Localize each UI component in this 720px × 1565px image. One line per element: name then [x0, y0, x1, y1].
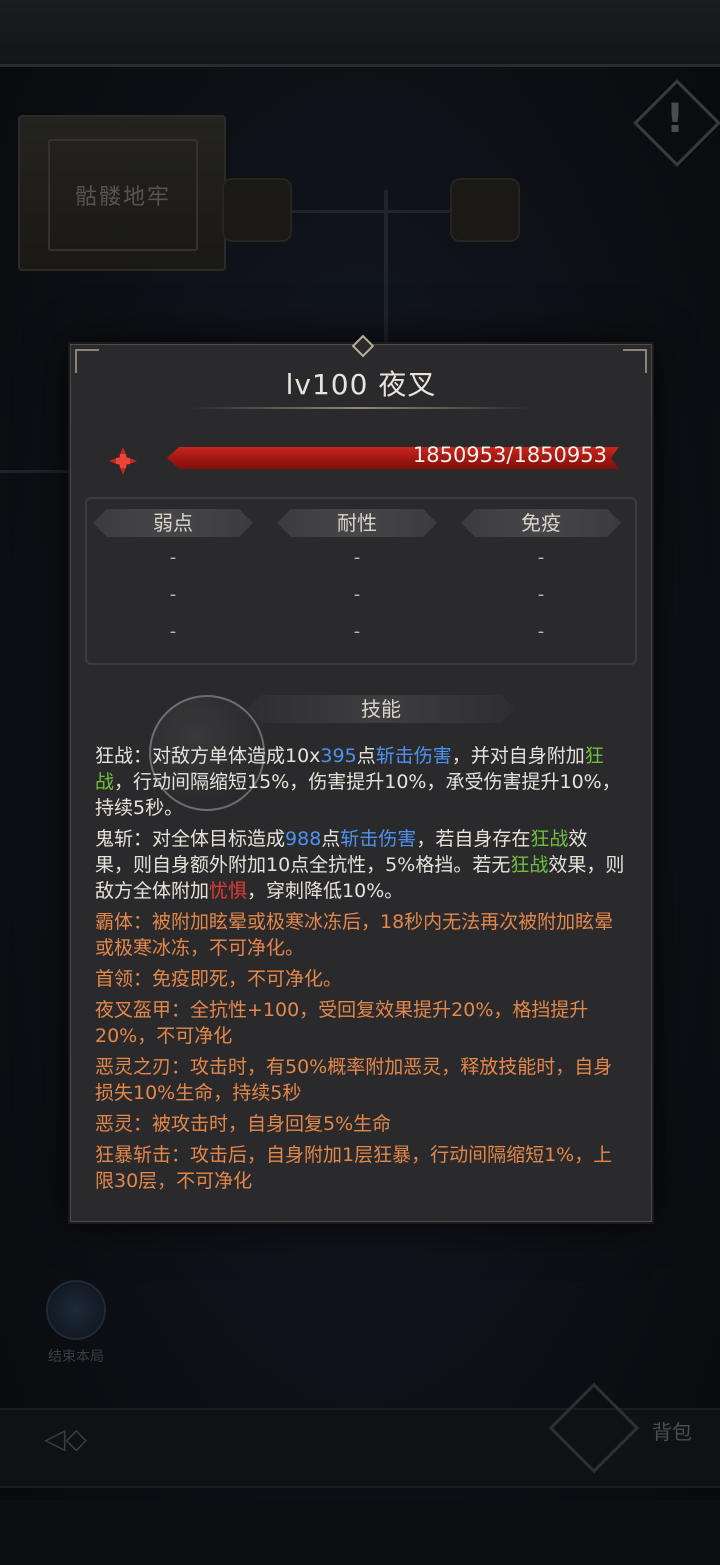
- skill-entry: 鬼斩：对全体目标造成988点斩击伤害，若自身存在狂战效果，则自身额外附加10点全…: [95, 826, 625, 904]
- attr-cell: -: [537, 547, 545, 568]
- skill-text: 忧惧: [209, 880, 248, 902]
- skill-text: 恶灵之刃：攻击时，有50%概率附加恶灵，释放技能时，自身损失10%生命，持续5秒: [95, 1056, 613, 1104]
- skill-entry: 狂战：对敌方单体造成10x395点斩击伤害，并对自身附加狂战，行动间隔缩短15%…: [95, 743, 625, 821]
- skill-text: 狂战: [510, 854, 549, 876]
- alert-icon: !: [665, 96, 685, 142]
- skill-entry: 恶灵之刃：攻击时，有50%概率附加恶灵，释放技能时，自身损失10%生命，持续5秒: [95, 1054, 625, 1106]
- monster-info-panel: lv100 夜叉 1850953/1850953 弱点 耐性 免疫 - - - …: [70, 334, 652, 1222]
- skill-text: 恶灵：被攻击时，自身回复5%生命: [95, 1113, 392, 1135]
- skill-text: ，并对自身附加: [451, 745, 585, 767]
- attr-cell: -: [353, 621, 361, 642]
- monster-title: lv100 夜叉: [285, 368, 437, 401]
- attr-cell: -: [537, 584, 545, 605]
- skill-text: 斩击伤害: [340, 828, 417, 850]
- skill-text: 狂战：对敌方单体造成10x: [95, 745, 321, 767]
- top-bar: [0, 0, 720, 67]
- vortex-icon: [46, 1280, 106, 1340]
- attr-cell: -: [169, 547, 177, 568]
- skill-entry: 首领：免疫即死，不可净化。: [95, 966, 625, 992]
- skills-list: 狂战：对敌方单体造成10x395点斩击伤害，并对自身附加狂战，行动间隔缩短15%…: [95, 743, 625, 1199]
- skill-text: 狂暴斩击：攻击后，自身附加1层狂暴，行动间隔缩短1%，上限30层，不可净化: [95, 1144, 613, 1192]
- title-divider: [191, 407, 531, 409]
- attr-header-resistance: 耐性: [277, 509, 437, 537]
- skill-entry: 霸体：被附加眩晕或极寒冰冻后，18秒内无法再次被附加眩晕或极寒冰冻，不可净化。: [95, 909, 625, 961]
- map-path: [0, 470, 70, 473]
- skill-text: 首领：免疫即死，不可净化。: [95, 968, 343, 990]
- skill-text: 霸体：被附加眩晕或极寒冰冻后，18秒内无法再次被附加眩晕或极寒冰冻，不可净化。: [95, 911, 614, 959]
- end-round-button[interactable]: 结束本局: [36, 1280, 116, 1366]
- attr-cell: -: [169, 621, 177, 642]
- skill-text: 988: [285, 828, 322, 850]
- map-path: [384, 190, 388, 350]
- attr-header-weakness: 弱点: [93, 509, 253, 537]
- attr-cell: -: [537, 621, 545, 642]
- attribute-table: 弱点 耐性 免疫 - - - - - - - - -: [85, 497, 637, 665]
- end-round-label: 结束本局: [48, 1349, 104, 1365]
- skill-entry: 狂暴斩击：攻击后，自身附加1层狂暴，行动间隔缩短1%，上限30层，不可净化: [95, 1142, 625, 1194]
- map-node[interactable]: [450, 178, 520, 242]
- skill-text: 狂战: [530, 828, 569, 850]
- back-arrow-icon[interactable]: ◁◇: [44, 1422, 114, 1458]
- skills-header: 技能: [247, 695, 515, 723]
- skill-text: ，行动间隔缩短15%，伤害提升10%，承受伤害提升10%，持续5秒。: [95, 771, 621, 819]
- health-value: 1850953/1850953: [412, 443, 607, 467]
- footer-strip: [0, 1500, 720, 1565]
- skill-text: 夜叉盔甲：全抗性+100，受回复效果提升20%，格挡提升20%，不可净化: [95, 999, 589, 1047]
- skill-text: 395: [320, 745, 357, 767]
- map-node[interactable]: [222, 178, 292, 242]
- skill-entry: 恶灵：被攻击时，自身回复5%生命: [95, 1111, 625, 1137]
- bag-label[interactable]: 背包: [652, 1416, 692, 1445]
- skill-text: 点: [356, 745, 376, 767]
- skill-text: 点: [321, 828, 341, 850]
- attr-header-immunity: 免疫: [461, 509, 621, 537]
- attr-cell: -: [353, 547, 361, 568]
- attr-cell: -: [353, 584, 361, 605]
- dungeon-sign[interactable]: 骷髅地牢: [18, 115, 226, 271]
- skill-entry: 夜叉盔甲：全抗性+100，受回复效果提升20%，格挡提升20%，不可净化: [95, 997, 625, 1049]
- skill-text: ，若自身存在: [416, 828, 531, 850]
- attr-cell: -: [169, 584, 177, 605]
- dungeon-sign-label: 骷髅地牢: [48, 139, 198, 251]
- skill-text: 斩击伤害: [375, 745, 452, 767]
- skill-text: 鬼斩：对全体目标造成: [95, 828, 286, 850]
- skill-text: ，穿刺降低10%。: [247, 880, 404, 902]
- health-cross-icon: [109, 447, 137, 475]
